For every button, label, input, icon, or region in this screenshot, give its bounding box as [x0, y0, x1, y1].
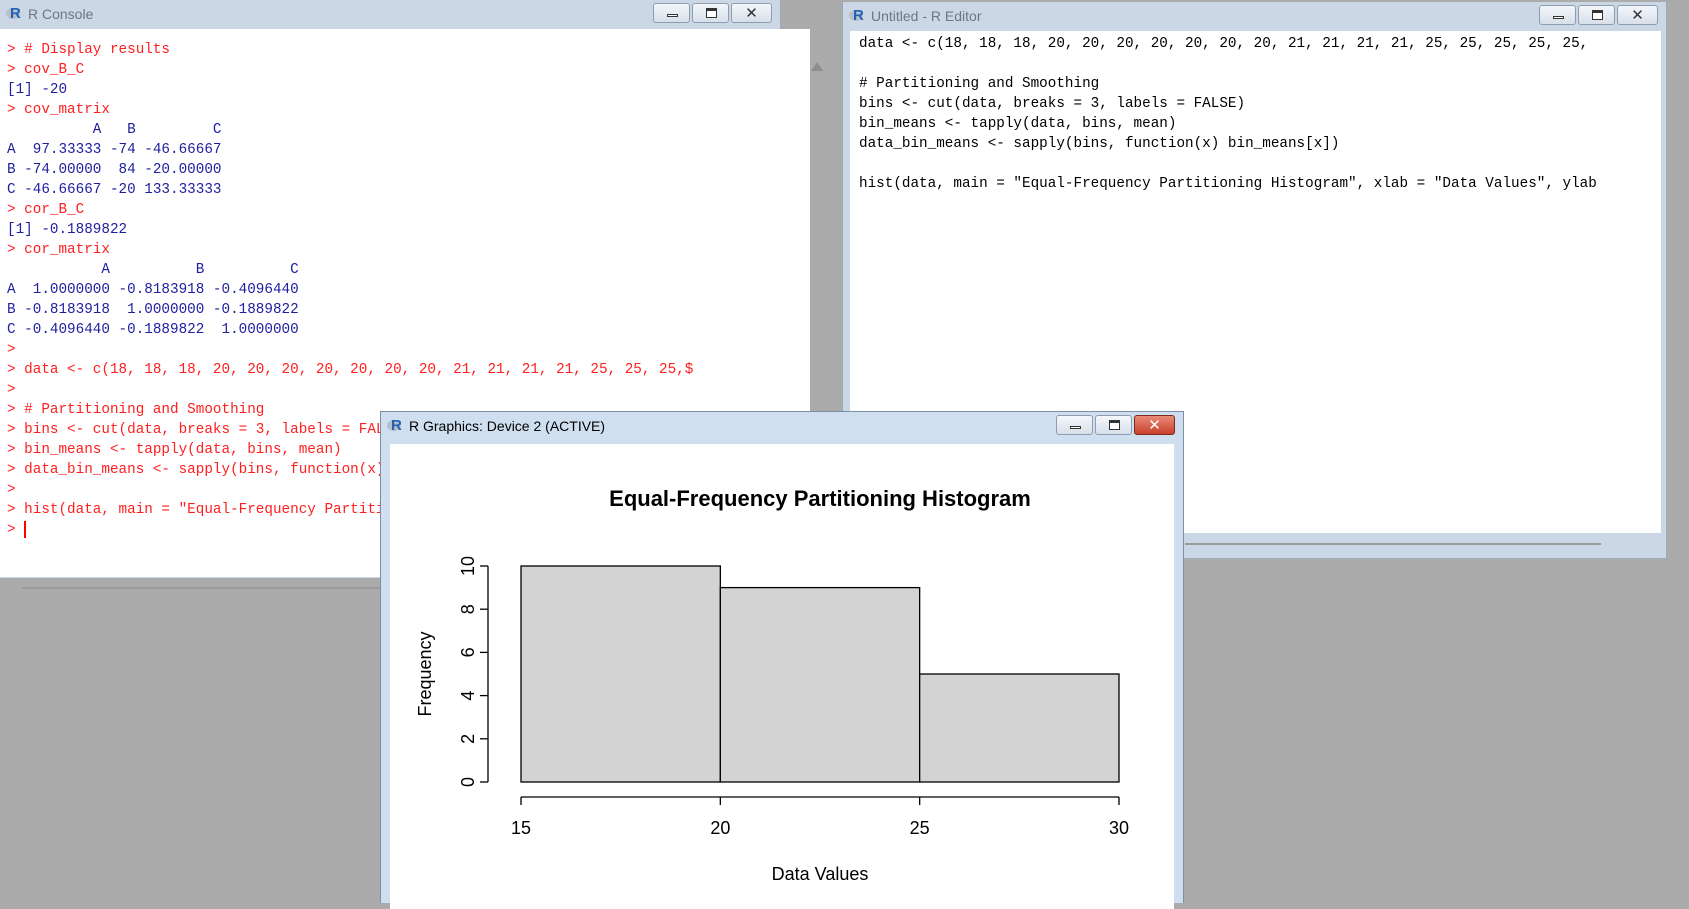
editor-line: # Partitioning and Smoothing: [859, 76, 1100, 92]
console-output-line: A B C: [7, 262, 299, 278]
editor-line: data_bin_means <- sapply(bins, function(…: [859, 136, 1340, 152]
maximize-icon: [706, 8, 717, 18]
console-command-line: > cov_B_C: [7, 62, 85, 78]
y-tick-label: 0: [458, 777, 478, 787]
editor-line: bin_means <- tapply(data, bins, mean): [859, 116, 1177, 132]
editor-title: Untitled - R Editor: [871, 8, 982, 24]
close-button[interactable]: ✕: [731, 3, 772, 23]
console-command-line: >: [7, 342, 16, 358]
plot-area: Equal-Frequency Partitioning Histogram 0 2…: [390, 444, 1174, 909]
console-command-line: > cor_matrix: [7, 242, 110, 258]
console-command-line: > cor_B_C: [7, 202, 85, 218]
console-command-line: > data <- c(18, 18, 18, 20, 20, 20, 20, …: [7, 362, 694, 378]
console-output-line: [1] -20: [7, 82, 68, 98]
x-tick-label: 30: [1109, 818, 1129, 838]
graphics-title: R Graphics: Device 2 (ACTIVE): [409, 418, 606, 434]
editor-code: data <- c(18, 18, 18, 20, 20, 20, 20, 20…: [859, 34, 1597, 194]
maximize-button[interactable]: [692, 3, 729, 23]
console-output-line: B -74.00000 84 -20.00000: [7, 162, 222, 178]
maximize-button[interactable]: [1578, 5, 1615, 25]
console-output-line: A B C: [7, 122, 222, 138]
maximize-button[interactable]: [1095, 415, 1132, 435]
histogram-bar: [520, 565, 721, 783]
console-output-line: C -46.66667 -20 133.33333: [7, 182, 222, 198]
console-command-line: >: [7, 382, 16, 398]
y-tick-label: 2: [458, 734, 478, 744]
x-tick-label: 25: [910, 818, 930, 838]
close-icon: ✕: [745, 4, 758, 22]
y-tick-label: 6: [458, 647, 478, 657]
close-icon: ✕: [1148, 416, 1161, 434]
minimize-icon: [1553, 16, 1564, 19]
editor-line: hist(data, main = "Equal-Frequency Parti…: [859, 176, 1597, 192]
console-titlebar[interactable]: R R Console ✕: [0, 0, 780, 28]
console-title: R Console: [28, 6, 94, 22]
minimize-icon: [667, 14, 678, 17]
y-tick-label: 10: [458, 556, 478, 576]
maximize-icon: [1109, 420, 1120, 430]
y-tick-label: 8: [458, 604, 478, 614]
editor-line: bins <- cut(data, breaks = 3, labels = F…: [859, 96, 1246, 112]
maximize-icon: [1592, 10, 1603, 20]
text-cursor: [24, 520, 27, 538]
minimize-button[interactable]: [653, 3, 690, 23]
minimize-button[interactable]: [1056, 415, 1093, 435]
minimize-icon: [1070, 426, 1081, 429]
console-output-line: C -0.4096440 -0.1889822 1.0000000: [7, 322, 299, 338]
horizontal-scrollbar[interactable]: [1185, 543, 1601, 545]
r-graphics-window[interactable]: R R Graphics: Device 2 (ACTIVE) ✕ Equal-…: [380, 411, 1184, 909]
x-tick-label: 15: [511, 818, 531, 838]
y-tick-label: 4: [458, 691, 478, 701]
r-logo-icon: R: [6, 5, 22, 22]
console-output-line: A 97.33333 -74 -46.66667: [7, 142, 222, 158]
x-axis-label: Data Values: [772, 864, 869, 884]
close-button[interactable]: ✕: [1134, 415, 1175, 435]
graphics-titlebar[interactable]: R R Graphics: Device 2 (ACTIVE) ✕: [381, 412, 1183, 440]
r-logo-icon: R: [387, 417, 403, 434]
console-command-line: > # Display results: [7, 42, 171, 58]
editor-line: data <- c(18, 18, 18, 20, 20, 20, 20, 20…: [859, 36, 1589, 52]
console-output-line: [1] -0.1889822: [7, 222, 128, 238]
minimize-button[interactable]: [1539, 5, 1576, 25]
close-icon: ✕: [1631, 6, 1644, 24]
histogram-bar: [919, 673, 1120, 783]
y-axis-label: Frequency: [415, 631, 435, 716]
x-tick-label: 20: [710, 818, 730, 838]
editor-titlebar[interactable]: R Untitled - R Editor ✕: [843, 2, 1666, 30]
histogram-chart: Equal-Frequency Partitioning Histogram 0 2…: [415, 486, 1129, 884]
scroll-up-arrow-icon[interactable]: [811, 62, 823, 71]
close-button[interactable]: ✕: [1617, 5, 1658, 25]
console-output-line: B -0.8183918 1.0000000 -0.1889822: [7, 302, 299, 318]
console-command-line: > cov_matrix: [7, 102, 110, 118]
chart-title: Equal-Frequency Partitioning Histogram: [609, 486, 1031, 511]
histogram-bar: [719, 586, 921, 783]
r-logo-icon: R: [849, 7, 865, 24]
console-output-line: A 1.0000000 -0.8183918 -0.4096440: [7, 282, 299, 298]
